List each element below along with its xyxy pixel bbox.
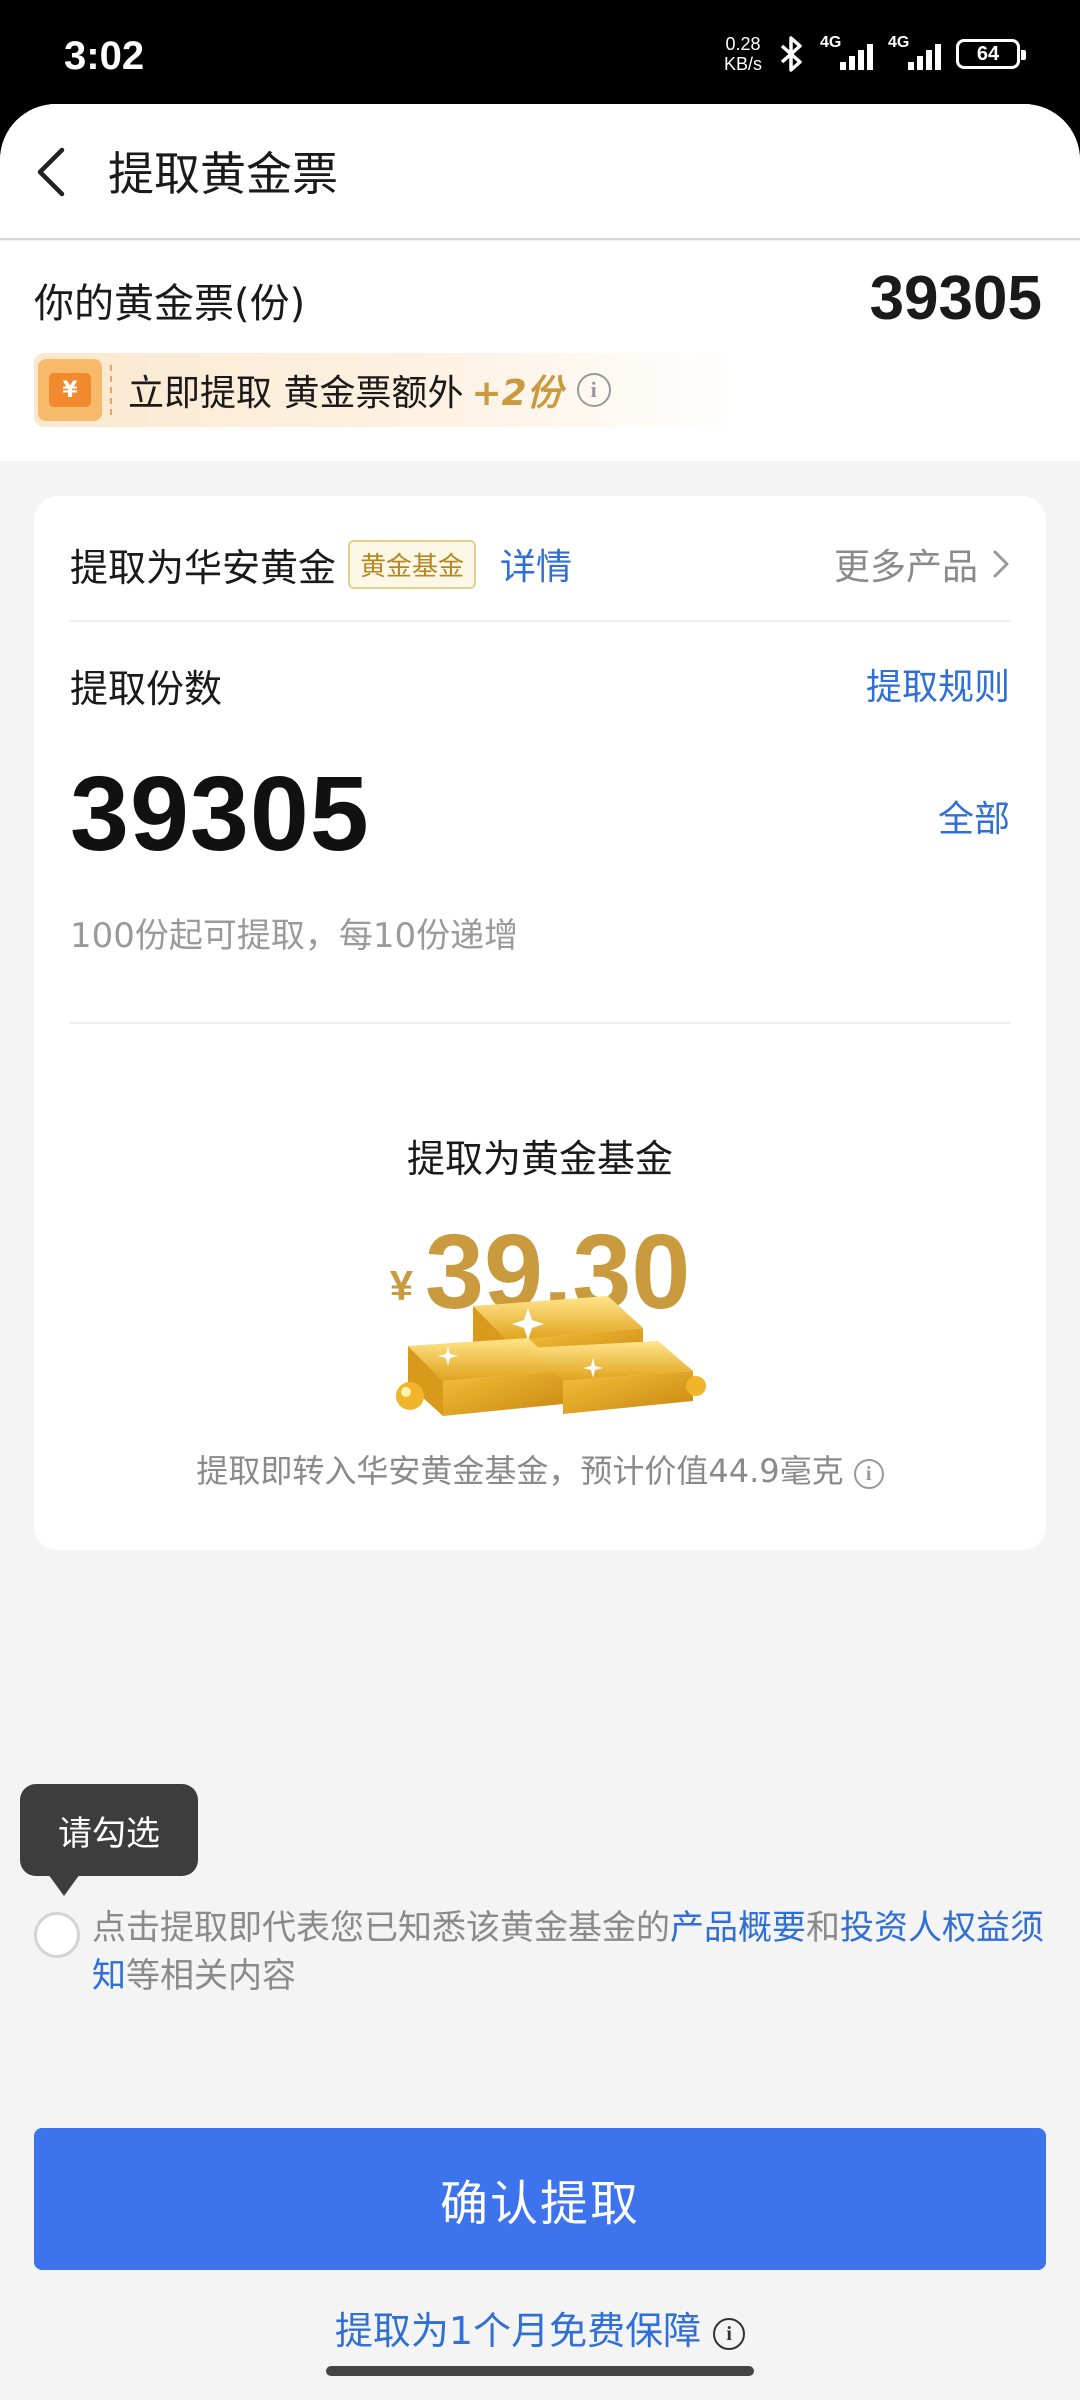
chevron-right-icon bbox=[993, 550, 1009, 578]
info-icon[interactable]: i bbox=[576, 373, 611, 407]
bluetooth-icon bbox=[780, 36, 802, 72]
status-icons: 0.28 KB/s 4G 4G 64 bbox=[724, 34, 1026, 74]
agreement-checkbox[interactable] bbox=[34, 1912, 80, 1958]
signal-icon: 4G bbox=[820, 34, 874, 74]
estimate-label: 提取即转入华安黄金基金，预计价值44.9毫克 bbox=[196, 1452, 844, 1490]
coupon-icon-glyph: ¥ bbox=[49, 373, 91, 407]
more-products-link[interactable]: 更多产品 bbox=[834, 538, 1010, 590]
confirm-withdraw-button[interactable]: 确认提取 bbox=[34, 2128, 1046, 2270]
check-tooltip: 请勾选 bbox=[20, 1784, 198, 1896]
page-title: 提取黄金票 bbox=[108, 147, 338, 201]
agreement-and: 和 bbox=[806, 1908, 840, 1948]
convert-label: 提取为黄金基金 bbox=[406, 1137, 673, 1181]
divider bbox=[70, 620, 1010, 622]
gold-bars-illustration bbox=[396, 1296, 706, 1416]
withdraw-card: 提取为华安黄金 黄金基金 详情 更多产品 提取份数 提取规则 39305 全部 … bbox=[34, 496, 1046, 1550]
promo-divider bbox=[110, 365, 112, 415]
product-tag-badge: 黄金基金 bbox=[348, 539, 477, 589]
signal-type: 4G bbox=[888, 34, 910, 51]
network-speed-unit: KB/s bbox=[723, 54, 762, 74]
back-chevron-icon[interactable] bbox=[32, 142, 72, 202]
tooltip-text: 请勾选 bbox=[58, 1813, 160, 1854]
all-button[interactable]: 全部 bbox=[938, 790, 1010, 842]
nav-bar: 提取黄金票 bbox=[0, 104, 1080, 240]
battery-icon: 64 bbox=[956, 39, 1026, 69]
divider bbox=[70, 1022, 1010, 1024]
promo-text: 立即提取 黄金票额外 bbox=[128, 373, 464, 414]
agreement-text: 点击提取即代表您已知悉该黄金基金的产品概要和投资人权益须知等相关内容 bbox=[92, 1904, 1072, 2000]
promo-banner[interactable]: ¥ 立即提取 黄金票额外 +2份 i bbox=[34, 353, 734, 427]
agreement-prefix: 点击提取即代表您已知悉该黄金基金的 bbox=[92, 1908, 670, 1948]
estimate-text: 提取即转入华安黄金基金，预计价值44.9毫克 i bbox=[34, 1446, 1046, 1492]
signal-icon: 4G bbox=[888, 34, 942, 74]
network-speed: 0.28 KB/s bbox=[724, 34, 762, 74]
amount-label: 提取份数 bbox=[70, 667, 223, 711]
more-products-label: 更多产品 bbox=[833, 547, 978, 588]
app-screen: 提取黄金票 你的黄金票(份) 39305 ¥ 立即提取 黄金票额外 +2份 i … bbox=[0, 104, 1080, 2400]
battery-level: 64 bbox=[976, 42, 1000, 65]
agreement-suffix: 等相关内容 bbox=[126, 1956, 296, 1996]
info-icon[interactable]: i bbox=[713, 2318, 746, 2350]
signal-type: 4G bbox=[820, 34, 842, 51]
amount-input[interactable]: 39305 bbox=[70, 754, 370, 875]
status-time: 3:02 bbox=[64, 34, 145, 78]
info-icon[interactable]: i bbox=[853, 1459, 884, 1489]
home-indicator[interactable] bbox=[326, 2366, 754, 2376]
protection-label: 提取为1个月免费保障 bbox=[334, 2309, 702, 2353]
ticket-summary: 你的黄金票(份) 39305 ¥ 立即提取 黄金票额外 +2份 i bbox=[0, 241, 1080, 461]
ticket-count: 39305 bbox=[869, 264, 1042, 333]
product-row: 提取为华安黄金 黄金基金 详情 更多产品 bbox=[70, 534, 1010, 594]
coupon-icon: ¥ bbox=[38, 359, 102, 421]
promo-bonus: +2份 bbox=[471, 373, 563, 414]
product-name: 提取为华安黄金 bbox=[70, 545, 337, 590]
amount-hint: 100份起可提取，每10份递增 bbox=[70, 916, 519, 956]
protection-link[interactable]: 提取为1个月免费保障 i bbox=[0, 2300, 1080, 2355]
ticket-label: 你的黄金票(份) bbox=[34, 281, 306, 327]
network-speed-value: 0.28 bbox=[725, 34, 761, 54]
product-summary-link[interactable]: 产品概要 bbox=[670, 1908, 806, 1948]
detail-link[interactable]: 详情 bbox=[500, 538, 572, 590]
status-bar: 3:02 0.28 KB/s 4G 4G 64 bbox=[0, 0, 1080, 110]
rules-link[interactable]: 提取规则 bbox=[866, 658, 1010, 710]
